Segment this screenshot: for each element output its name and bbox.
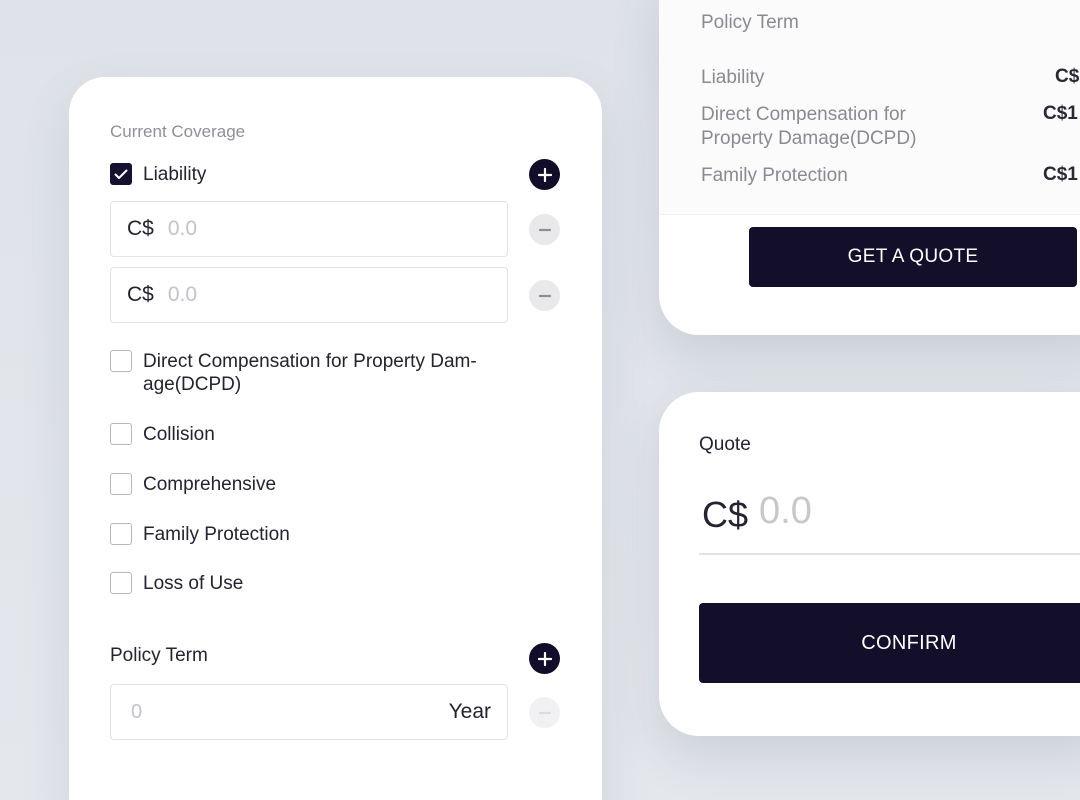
coverage-item-loss-of-use[interactable]: Loss of Use	[110, 572, 243, 595]
summary-row-label: Direct Compensation for Property Damage(…	[701, 104, 917, 149]
quote-card: Quote C$ CONFIRM	[659, 392, 1080, 736]
policy-term-field[interactable]: Year	[110, 684, 508, 740]
amount-input[interactable]	[167, 283, 468, 307]
summary-panel: Policy Term Liability C$ Direct Compensa…	[659, 0, 1080, 215]
liability-amount-field[interactable]: C$	[110, 201, 508, 257]
remove-policy-term-button[interactable]	[529, 697, 560, 728]
quote-amount-input[interactable]	[759, 490, 1059, 533]
quote-title: Quote	[699, 434, 751, 455]
coverage-item-family-protection[interactable]: Family Protection	[110, 523, 290, 546]
summary-row-value: C$	[1055, 66, 1080, 87]
quote-currency: C$	[702, 494, 749, 535]
add-policy-term-button[interactable]	[529, 643, 560, 674]
summary-row-value: C$1	[1043, 164, 1078, 185]
currency-label: C$	[127, 217, 154, 240]
section-title: Current Coverage	[110, 122, 246, 141]
stage: Current Coverage Liability C$ C$	[0, 0, 1080, 800]
coverage-item-dcpd[interactable]: Direct Compensation for Property Dam-age…	[110, 350, 518, 396]
policy-term-input[interactable]	[131, 700, 331, 724]
checkbox-checked[interactable]	[110, 163, 132, 185]
coverage-label: Liability	[143, 164, 207, 185]
check-icon	[114, 169, 128, 179]
checkbox[interactable]	[110, 523, 132, 545]
minus-icon	[538, 711, 551, 714]
plus-icon	[537, 651, 552, 666]
checkbox[interactable]	[110, 473, 132, 495]
summary-row-label: Liability	[701, 67, 765, 88]
coverage-item-comprehensive[interactable]: Comprehensive	[110, 473, 276, 496]
minus-icon	[538, 294, 551, 297]
coverage-item-liability[interactable]: Liability	[110, 163, 206, 186]
summary-row-label: Family Protection	[701, 165, 848, 186]
amount-input[interactable]	[167, 217, 468, 241]
checkbox[interactable]	[110, 350, 132, 372]
checkbox[interactable]	[110, 572, 132, 594]
quote-underline	[699, 553, 1080, 555]
summary-row-value: C$1	[1043, 103, 1078, 124]
summary-title: Policy Term	[701, 12, 799, 33]
policy-term-label: Policy Term	[110, 645, 208, 666]
coverage-label: Collision	[143, 424, 215, 445]
liability-amount-field[interactable]: C$	[110, 267, 508, 323]
add-liability-button[interactable]	[529, 159, 560, 190]
summary-card: Policy Term Liability C$ Direct Compensa…	[659, 0, 1080, 335]
checkbox[interactable]	[110, 423, 132, 445]
currency-label: C$	[127, 283, 154, 306]
coverage-label: Family Protection	[143, 524, 290, 545]
remove-amount-button[interactable]	[529, 280, 560, 311]
year-unit-label: Year	[448, 700, 491, 723]
get-a-quote-button[interactable]: GET A QUOTE	[749, 227, 1077, 287]
plus-icon	[537, 167, 552, 182]
coverage-form-card: Current Coverage Liability C$ C$	[69, 77, 602, 800]
remove-amount-button[interactable]	[529, 214, 560, 245]
coverage-label: Comprehensive	[143, 474, 277, 495]
coverage-item-collision[interactable]: Collision	[110, 423, 215, 446]
minus-icon	[538, 228, 551, 231]
coverage-label: Loss of Use	[143, 573, 244, 594]
coverage-label: Direct Compensation for Property Dam-age…	[143, 351, 477, 395]
confirm-button[interactable]: CONFIRM	[699, 603, 1080, 683]
